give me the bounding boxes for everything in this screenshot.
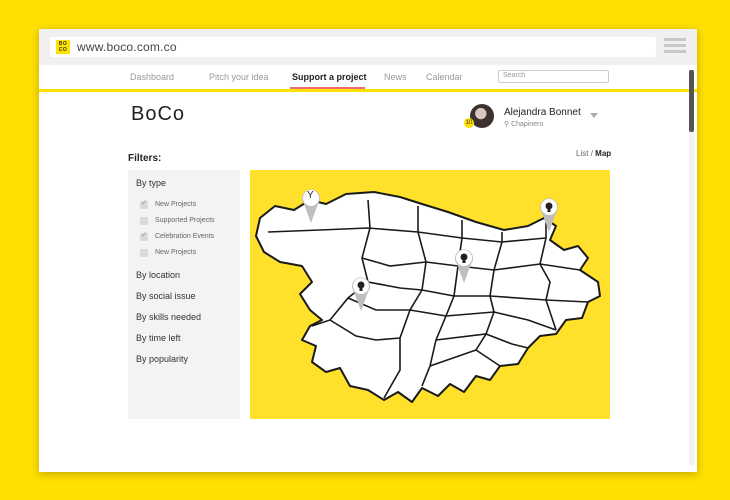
filter-by-location[interactable]: By location xyxy=(136,270,180,280)
filter-by-type[interactable]: By type xyxy=(136,178,166,188)
map-pin[interactable] xyxy=(455,246,473,284)
user-name[interactable]: Alejandra Bonnet xyxy=(504,107,581,118)
chevron-down-icon[interactable] xyxy=(590,113,598,118)
nav-support-a-project[interactable]: Support a project xyxy=(292,72,367,82)
checkbox-label[interactable]: New Projects xyxy=(155,201,196,208)
notification-badge[interactable]: 10 xyxy=(464,118,474,128)
nav-news[interactable]: News xyxy=(384,72,407,82)
active-tab-indicator xyxy=(290,87,365,89)
map-pin[interactable] xyxy=(352,274,370,312)
checkbox-label[interactable]: New Projects xyxy=(155,249,196,256)
checkbox-celebration-events[interactable] xyxy=(140,230,148,241)
address-bar[interactable]: BO CO www.boco.com.co xyxy=(50,37,656,57)
menu-icon[interactable] xyxy=(664,38,686,58)
nav-calendar[interactable]: Calendar xyxy=(426,72,463,82)
location-pin-icon: ⚲ xyxy=(504,121,510,128)
map-pin[interactable] xyxy=(540,195,558,233)
filter-by-popularity[interactable]: By popularity xyxy=(136,354,188,364)
view-toggle: List / Map xyxy=(576,149,611,158)
map-view-link[interactable]: Map xyxy=(595,149,611,158)
user-location: ⚲ Chapinero xyxy=(504,120,543,128)
cocktail-glass-icon: Y xyxy=(307,190,314,201)
browser-window: BO CO www.boco.com.co Dashboard Pitch yo… xyxy=(39,29,697,472)
nav-pitch-your-idea[interactable]: Pitch your idea xyxy=(209,72,269,82)
main-nav: Dashboard Pitch your idea Support a proj… xyxy=(39,65,697,92)
view-toggle-separator: / xyxy=(590,149,593,158)
checkbox-new-projects[interactable] xyxy=(140,198,148,209)
checkbox-supported-projects[interactable] xyxy=(140,217,148,225)
filters-panel: By type New Projects Supported Projects … xyxy=(128,170,240,419)
checkbox-new-projects-2[interactable] xyxy=(140,249,148,257)
url-text[interactable]: www.boco.com.co xyxy=(77,40,177,54)
nav-dashboard[interactable]: Dashboard xyxy=(130,72,174,82)
search-input[interactable]: Search xyxy=(498,70,609,83)
filter-by-skills-needed[interactable]: By skills needed xyxy=(136,312,201,322)
browser-toolbar: BO CO www.boco.com.co xyxy=(39,29,697,65)
checkbox-label[interactable]: Supported Projects xyxy=(155,217,215,224)
map-view[interactable]: Y xyxy=(250,170,610,419)
user-location-label: Chapinero xyxy=(511,121,544,128)
filter-by-social-issue[interactable]: By social issue xyxy=(136,291,196,301)
scrollbar-thumb[interactable] xyxy=(689,70,694,132)
site-favicon: BO CO xyxy=(56,40,70,54)
scrollbar[interactable] xyxy=(689,70,694,465)
filters-title: Filters: xyxy=(128,153,162,164)
list-view-link[interactable]: List xyxy=(576,149,588,158)
filter-by-time-left[interactable]: By time left xyxy=(136,333,181,343)
map-pin[interactable]: Y xyxy=(302,186,320,224)
boco-logo[interactable]: BoCo xyxy=(131,103,185,126)
checkbox-label[interactable]: Celebration Events xyxy=(155,233,214,240)
